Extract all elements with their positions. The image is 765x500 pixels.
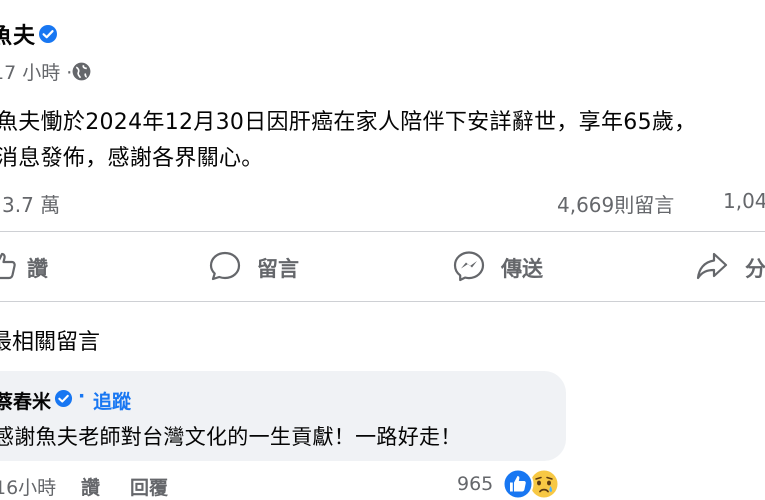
comment-sort-heading[interactable]: 最相關留言 [0, 324, 100, 356]
comment-count[interactable]: 4,669則留言 [557, 189, 674, 218]
verified-badge-icon [54, 389, 73, 408]
comment-bubble-icon[interactable] [208, 249, 242, 283]
send-button[interactable]: 傳送 [501, 253, 543, 283]
reaction-count[interactable]: 3.7 萬 [2, 189, 60, 218]
messenger-icon[interactable] [452, 249, 486, 283]
divider [0, 231, 765, 232]
separator-dot: · [78, 385, 86, 407]
commenter-name[interactable]: 蔡春米 [0, 387, 51, 414]
thumbs-up-icon[interactable] [0, 249, 20, 283]
comment-reaction-count[interactable]: 965 [457, 473, 493, 495]
follow-button[interactable]: 追蹤 [93, 387, 131, 414]
post-author-name[interactable]: 魚夫 [0, 18, 36, 50]
comment-button[interactable]: 留言 [257, 253, 299, 283]
verified-badge-icon [39, 25, 57, 43]
comment-like-button[interactable]: 讚 [81, 473, 100, 500]
share-button[interactable]: 分 [745, 253, 765, 283]
globe-icon [72, 62, 91, 81]
comment-text: 感謝魚夫老師對台灣文化的一生貢獻！一路好走！ [0, 425, 462, 449]
like-button[interactable]: 讚 [27, 253, 48, 283]
like-reaction-icon [502, 468, 534, 500]
post-body-line: 魚夫慟於2024年12月30日因肝癌在家人陪伴下安詳辭世，享年65歲， [0, 110, 697, 135]
share-count[interactable]: 1,04 [723, 189, 765, 213]
post-body-line: 消息發佈，感謝各界關心。 [0, 146, 264, 171]
divider [0, 301, 765, 302]
post-timestamp[interactable]: 17 小時 · [0, 58, 72, 85]
comment-reply-button[interactable]: 回覆 [130, 473, 168, 500]
comment-timestamp[interactable]: 16小時 [0, 473, 56, 500]
share-arrow-icon[interactable] [695, 249, 729, 283]
